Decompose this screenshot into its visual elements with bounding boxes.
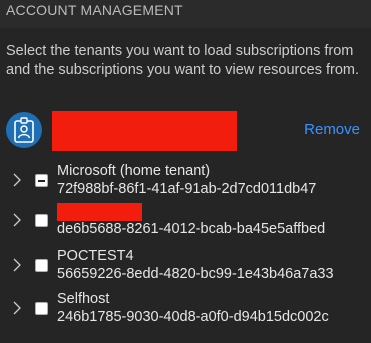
section-title: ACCOUNT MANAGEMENT [6, 2, 183, 18]
section-header[interactable]: ACCOUNT MANAGEMENT [0, 0, 371, 28]
tenant-checkbox[interactable] [35, 302, 48, 315]
tenant-name: POCTEST4 [57, 248, 134, 264]
badge-person-icon [6, 112, 42, 148]
redacted-account-name [52, 111, 237, 151]
tenant-name: Microsoft (home tenant) [57, 163, 211, 179]
tenant-checkbox[interactable] [35, 174, 48, 187]
tenant-id: de6b5688-8261-4012-bcab-ba45e5affbed [57, 221, 326, 237]
tenant-id: 246b1785-9030-40d8-a0f0-d94b15dc002c [57, 309, 329, 325]
account-management-panel: ACCOUNT MANAGEMENT Select the tenants yo… [0, 0, 371, 343]
tenant-item[interactable]: de6b5688-8261-4012-bcab-ba45e5affbed [0, 200, 371, 244]
remove-account-link[interactable]: Remove [304, 121, 360, 138]
chevron-right-icon[interactable] [10, 300, 24, 316]
tenant-checkbox[interactable] [35, 214, 48, 227]
tenant-item[interactable]: Selfhost 246b1785-9030-40d8-a0f0-d94b15d… [0, 288, 371, 332]
account-row: Remove [0, 108, 371, 152]
tenant-item[interactable]: POCTEST4 56659226-8edd-4820-bc99-1e43b46… [0, 245, 371, 289]
tenant-name: Selfhost [57, 291, 110, 307]
chevron-right-icon[interactable] [10, 212, 24, 228]
tenant-item[interactable]: Microsoft (home tenant) 72f988bf-86f1-41… [0, 160, 371, 204]
indeterminate-dash-icon [38, 180, 45, 182]
chevron-right-icon[interactable] [10, 257, 24, 273]
chevron-right-icon[interactable] [10, 172, 24, 188]
tenant-checkbox[interactable] [35, 259, 48, 272]
description-text: Select the tenants you want to load subs… [6, 43, 359, 78]
tenant-id: 56659226-8edd-4820-bc99-1e43b46a7a33 [57, 266, 334, 282]
redacted-tenant-name [57, 203, 142, 221]
tenant-id: 72f988bf-86f1-41af-91ab-2d7cd011db47 [57, 181, 317, 197]
